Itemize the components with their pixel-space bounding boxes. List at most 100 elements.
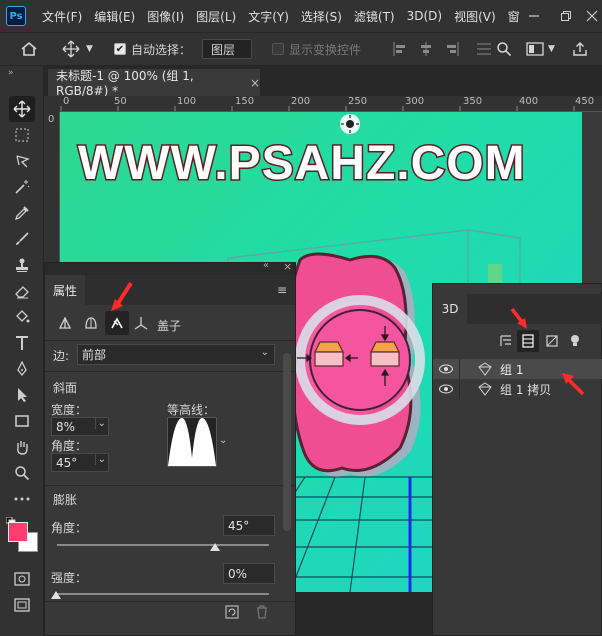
share-button[interactable] xyxy=(572,33,588,65)
more-tools-button[interactable] xyxy=(9,486,35,512)
divider xyxy=(45,371,295,372)
visibility-eye-icon[interactable] xyxy=(439,364,453,374)
minimize-button[interactable] xyxy=(520,0,548,32)
align-left-button[interactable] xyxy=(392,33,408,65)
filter-lights-button[interactable] xyxy=(569,334,581,351)
inflate-angle-slider[interactable] xyxy=(57,544,269,546)
hand-tool[interactable] xyxy=(9,434,35,460)
paint-bucket-tool[interactable] xyxy=(9,304,35,330)
filter-materials-button[interactable] xyxy=(545,334,559,351)
stamp-tool[interactable] xyxy=(9,252,35,278)
menu-image[interactable]: 图像(I) xyxy=(147,8,184,25)
expand-toolbar-icon[interactable]: » xyxy=(8,68,14,78)
move-tool[interactable] xyxy=(9,96,35,122)
marquee-tool[interactable] xyxy=(9,122,35,148)
mesh-mode-button[interactable] xyxy=(57,315,73,334)
show-transform-checkbox[interactable]: 显示变换控件 xyxy=(272,33,361,65)
menu-select[interactable]: 选择(S) xyxy=(301,8,342,25)
strength-value: 0% xyxy=(228,566,248,581)
contour-picker[interactable] xyxy=(167,417,217,467)
horizontal-ruler: 0 50 100 150 200 250 300 350 400 450 xyxy=(60,96,602,112)
annotation-arrow xyxy=(562,373,585,396)
close-tab-button[interactable]: × xyxy=(250,76,260,90)
document-tab[interactable]: 未标题-1 @ 100% (组 1, RGB/8#) * × xyxy=(48,69,260,98)
eyedropper-icon xyxy=(14,206,29,221)
contour-curve-icon xyxy=(168,418,216,466)
strength-slider[interactable] xyxy=(57,593,269,595)
type-tool[interactable] xyxy=(9,330,35,356)
layer-name: 组 1 拷贝 xyxy=(500,382,552,397)
deform-mode-button[interactable] xyxy=(83,315,99,334)
delete-button[interactable] xyxy=(255,605,269,622)
properties-scrollbar[interactable] xyxy=(283,353,291,531)
tab-properties[interactable]: 属性 xyxy=(45,275,85,305)
chevron-down-icon[interactable]: ⌄ xyxy=(94,418,106,429)
slider-thumb-icon[interactable] xyxy=(210,543,220,551)
menu-view[interactable]: 视图(V) xyxy=(454,8,496,25)
pen-tool[interactable] xyxy=(9,356,35,382)
lasso-tool[interactable] xyxy=(9,148,35,174)
reset-button[interactable] xyxy=(225,605,239,622)
width-input[interactable]: 8% ⌄ xyxy=(51,417,109,436)
brush-icon xyxy=(16,232,29,245)
chevron-down-icon[interactable]: ⌄ xyxy=(219,435,227,446)
chevron-down-icon[interactable]: ⌄ xyxy=(94,454,106,465)
options-bar: ▼ ✔ 自动选择： 图层 显示变换控件 ▼ xyxy=(0,32,602,66)
contour-label: 等高线： xyxy=(167,403,216,417)
more-icon xyxy=(14,497,30,501)
restore-button[interactable] xyxy=(552,0,580,32)
filter-whole-scene-button[interactable] xyxy=(499,334,513,351)
menu-type[interactable]: 文字(Y) xyxy=(248,8,289,25)
menu-filter[interactable]: 滤镜(T) xyxy=(354,8,395,25)
auto-select-target-select[interactable]: 图层 xyxy=(202,33,252,65)
coordinates-mode-button[interactable] xyxy=(133,315,149,334)
chevron-down-icon: ▼ xyxy=(86,44,93,54)
close-window-button[interactable] xyxy=(578,0,602,32)
menu-edit[interactable]: 编辑(E) xyxy=(94,8,135,25)
eraser-tool[interactable] xyxy=(9,278,35,304)
distribute-button[interactable] xyxy=(476,33,492,65)
zoom-tool[interactable] xyxy=(9,460,35,486)
panel-menu-icon[interactable]: ≡ xyxy=(277,283,287,297)
group-3d-icon xyxy=(478,362,492,376)
filter-meshes-button[interactable] xyxy=(517,330,539,352)
auto-select-checkbox[interactable]: ✔ 自动选择： xyxy=(114,33,191,65)
inflate-title: 膨胀 xyxy=(53,493,78,507)
home-button[interactable] xyxy=(20,33,38,65)
align-right-button[interactable] xyxy=(444,33,460,65)
eyedropper-tool[interactable] xyxy=(9,200,35,226)
cap-section-label: 盖子 xyxy=(157,319,182,333)
move-tool-preset[interactable]: ▼ xyxy=(62,33,93,65)
quick-mask-button[interactable] xyxy=(9,566,35,592)
brush-tool[interactable] xyxy=(9,226,35,252)
move-icon xyxy=(13,100,31,118)
menu-window[interactable]: 窗 xyxy=(508,8,520,25)
slider-thumb-icon[interactable] xyxy=(51,591,61,599)
visibility-eye-icon[interactable] xyxy=(439,384,453,394)
menu-file[interactable]: 文件(F) xyxy=(42,8,82,25)
width-label: 宽度： xyxy=(51,403,88,417)
align-right-icon xyxy=(447,42,459,56)
align-center-button[interactable] xyxy=(418,33,434,65)
tab-3d[interactable]: 3D xyxy=(433,294,467,324)
inflate-angle-input[interactable]: 45° xyxy=(223,515,275,536)
close-panel-icon[interactable]: × xyxy=(283,260,292,273)
angle-input[interactable]: 45° ⌄ xyxy=(51,453,109,472)
search-button[interactable] xyxy=(496,33,512,65)
menu-layer[interactable]: 图层(L) xyxy=(196,8,236,25)
menu-3d[interactable]: 3D(D) xyxy=(407,9,442,23)
close-icon xyxy=(586,10,598,22)
rectangle-tool[interactable] xyxy=(9,408,35,434)
foreground-color-swatch[interactable] xyxy=(8,522,28,542)
edge-select[interactable]: 前部 ⌄ xyxy=(77,344,275,365)
cap-icon xyxy=(111,317,123,329)
properties-tab-label: 属性 xyxy=(52,283,77,298)
path-selection-tool[interactable] xyxy=(9,382,35,408)
magic-wand-tool[interactable] xyxy=(9,174,35,200)
scene-icon xyxy=(500,335,511,346)
collapse-panel-icon[interactable]: « xyxy=(263,260,269,271)
strength-input[interactable]: 0% xyxy=(223,563,275,584)
screen-mode-button[interactable] xyxy=(9,592,35,618)
workspace-button[interactable]: ▼ xyxy=(526,33,555,65)
edge-label: 边: xyxy=(53,349,70,363)
